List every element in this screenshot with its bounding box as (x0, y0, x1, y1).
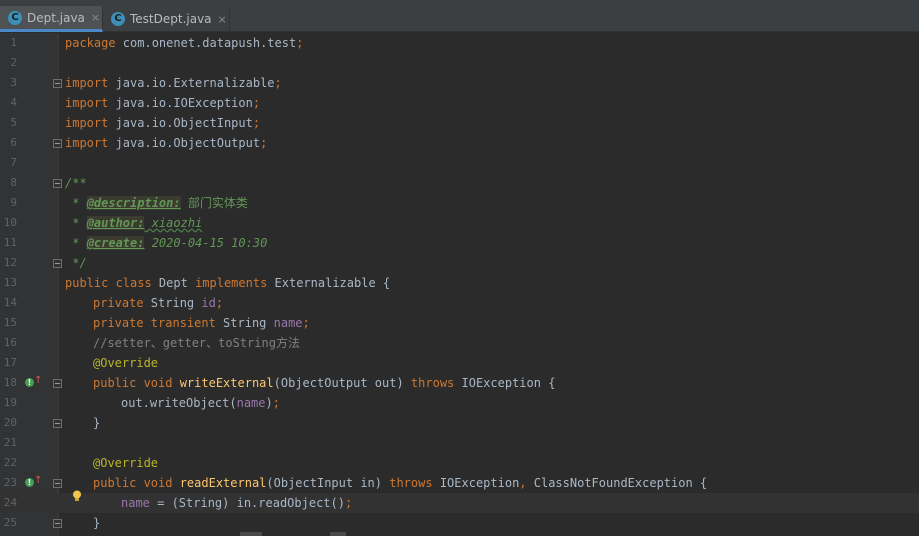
line-number: 18 (3, 376, 17, 389)
line-number: 24 (3, 496, 17, 509)
code-line[interactable]: */ (65, 253, 86, 273)
tab-testdept-java[interactable]: C TestDept.java × (103, 6, 230, 32)
code-line[interactable]: @Override (93, 453, 158, 473)
code-line[interactable]: import java.io.ObjectInput; (65, 113, 260, 133)
line-number: 17 (3, 356, 17, 369)
code-line[interactable]: import java.io.ObjectOutput; (65, 133, 267, 153)
line-number: 25 (3, 516, 17, 529)
line-number: 7 (10, 156, 17, 169)
implements-method-icon[interactable]: ! (25, 478, 34, 487)
code-line[interactable]: import java.io.IOException; (65, 93, 260, 113)
code-line[interactable]: package com.onenet.datapush.test; (65, 33, 303, 53)
line-number: 4 (10, 96, 17, 109)
tab-dept-java[interactable]: C Dept.java × (0, 6, 103, 32)
line-number: 22 (3, 456, 17, 469)
tab-label: Dept.java (27, 10, 85, 25)
code-line[interactable]: import java.io.Externalizable; (65, 73, 282, 93)
implements-method-icon[interactable]: ! (25, 378, 34, 387)
fold-marker-icon[interactable] (53, 519, 62, 528)
fold-marker-icon[interactable] (53, 139, 62, 148)
lightbulb-icon[interactable] (72, 490, 82, 502)
line-number: 12 (3, 256, 17, 269)
fold-marker-icon[interactable] (53, 179, 62, 188)
code-line[interactable]: public class Dept implements Externaliza… (65, 273, 390, 293)
tab-label: TestDept.java (130, 12, 212, 26)
horizontal-scroll-marker (240, 532, 262, 536)
close-icon[interactable]: × (218, 13, 227, 26)
line-number: 1 (10, 36, 17, 49)
fold-marker-icon[interactable] (53, 419, 62, 428)
code-line[interactable]: @Override (93, 353, 158, 373)
code-line[interactable]: } (93, 513, 100, 533)
line-number: 6 (10, 136, 17, 149)
code-line[interactable]: private String id; (93, 293, 223, 313)
line-number: 9 (10, 196, 17, 209)
java-class-icon: C (111, 12, 125, 26)
code-line[interactable]: //setter、getter、toString方法 (93, 333, 300, 353)
line-number: 21 (3, 436, 17, 449)
line-number: 2 (10, 56, 17, 69)
fold-marker-icon[interactable] (53, 79, 62, 88)
code-line[interactable]: } (93, 413, 100, 433)
close-icon[interactable]: × (91, 11, 100, 24)
editor-tab-bar: C Dept.java × C TestDept.java × (0, 0, 919, 32)
line-number: 19 (3, 396, 17, 409)
code-line[interactable]: * @author: xiaozhi (65, 213, 202, 233)
code-line[interactable]: /** (65, 173, 87, 193)
line-number: 20 (3, 416, 17, 429)
code-line[interactable]: private transient String name; (93, 313, 310, 333)
code-line[interactable]: public void writeExternal(ObjectOutput o… (93, 373, 555, 393)
up-arrow-icon: ↑ (34, 475, 43, 486)
line-number: 8 (10, 176, 17, 189)
line-number: 11 (3, 236, 17, 249)
line-number: 16 (3, 336, 17, 349)
line-number: 13 (3, 276, 17, 289)
code-line[interactable]: * @create: 2020-04-15 10:30 (65, 233, 267, 253)
line-number: 10 (3, 216, 17, 229)
up-arrow-icon: ↑ (34, 375, 43, 386)
line-number: 3 (10, 76, 17, 89)
code-line[interactable]: name = (String) in.readObject(); (121, 493, 352, 513)
line-number: 15 (3, 316, 17, 329)
line-number: 23 (3, 476, 17, 489)
horizontal-scroll-marker (330, 532, 346, 536)
fold-marker-icon[interactable] (53, 479, 62, 488)
gutter-divider (58, 33, 59, 536)
fold-marker-icon[interactable] (53, 259, 62, 268)
line-number: 5 (10, 116, 17, 129)
fold-marker-icon[interactable] (53, 379, 62, 388)
java-class-icon: C (8, 10, 22, 25)
line-number: 14 (3, 296, 17, 309)
code-line[interactable]: public void readExternal(ObjectInput in)… (93, 473, 707, 493)
code-line[interactable]: * @description: 部门实体类 (65, 193, 248, 213)
code-line[interactable]: out.writeObject(name); (121, 393, 280, 413)
